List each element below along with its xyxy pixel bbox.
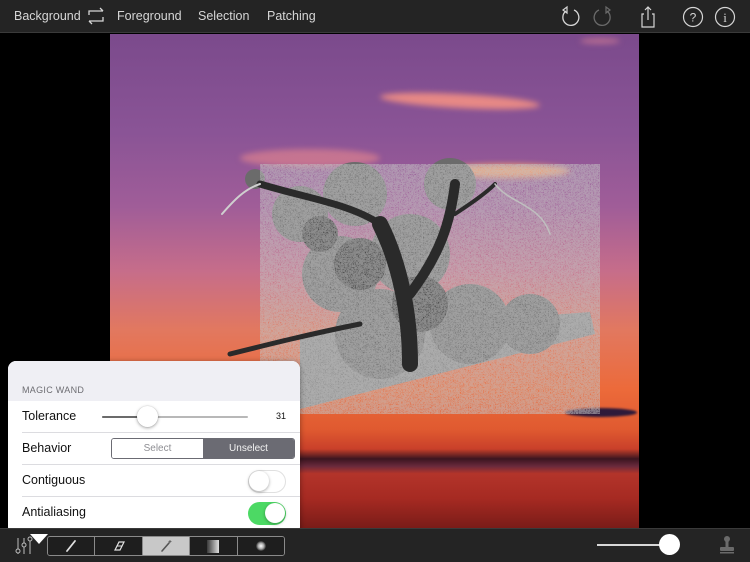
svg-text:?: ?: [690, 11, 697, 25]
tool-selector: [47, 536, 285, 556]
tolerance-label: Tolerance: [22, 409, 77, 423]
tool-gradient[interactable]: [190, 537, 238, 555]
eraser-icon: [113, 541, 125, 551]
popover-header: MAGIC WAND: [8, 361, 300, 401]
brush-size-slider-thumb[interactable]: [659, 534, 680, 555]
app-window: Background Foreground Selection Patching…: [0, 0, 750, 562]
magic-wand-popover: MAGIC WAND Tolerance 31 Behavior Select …: [8, 361, 300, 535]
tab-foreground[interactable]: Foreground: [117, 9, 182, 23]
tab-background[interactable]: Background: [14, 9, 81, 23]
tool-brush[interactable]: [48, 537, 96, 555]
tolerance-row: Tolerance 31: [22, 401, 300, 433]
swap-icon[interactable]: [86, 7, 106, 25]
gradient-icon: [207, 539, 220, 553]
contiguous-label: Contiguous: [22, 473, 86, 487]
tolerance-slider-thumb[interactable]: [137, 406, 159, 427]
tolerance-value: 31: [275, 411, 286, 421]
stamp-icon[interactable]: [717, 535, 737, 555]
tool-soft-brush[interactable]: [237, 537, 284, 555]
popover-title: MAGIC WAND: [22, 385, 85, 395]
behavior-option-select[interactable]: Select: [112, 439, 203, 458]
svg-text:i: i: [723, 10, 727, 25]
tool-magic-wand[interactable]: [142, 537, 191, 555]
contiguous-toggle[interactable]: [248, 470, 286, 493]
undo-icon[interactable]: [558, 5, 582, 29]
info-icon[interactable]: i: [713, 5, 737, 29]
behavior-label: Behavior: [22, 441, 72, 455]
top-toolbar: Background Foreground Selection Patching…: [0, 0, 750, 33]
tab-patching[interactable]: Patching: [267, 9, 316, 23]
behavior-segmented-control[interactable]: Select Unselect: [111, 438, 295, 459]
behavior-option-unselect[interactable]: Unselect: [203, 439, 294, 458]
help-icon[interactable]: ?: [681, 5, 705, 29]
antialiasing-row: Antialiasing: [22, 497, 300, 529]
toggle-knob: [265, 503, 285, 523]
tolerance-slider[interactable]: [102, 406, 248, 427]
behavior-row: Behavior Select Unselect: [22, 433, 300, 465]
share-icon[interactable]: [636, 5, 660, 29]
tab-selection[interactable]: Selection: [198, 9, 249, 23]
magic-wand-icon: [161, 540, 172, 552]
antialiasing-toggle[interactable]: [248, 502, 286, 525]
soft-brush-icon: [255, 541, 266, 551]
adjustments-icon[interactable]: [14, 536, 34, 556]
tool-eraser[interactable]: [95, 537, 143, 555]
brush-icon: [66, 540, 77, 552]
contiguous-row: Contiguous: [22, 465, 300, 497]
antialiasing-label: Antialiasing: [22, 505, 86, 519]
redo-icon[interactable]: [591, 5, 615, 29]
toggle-knob: [249, 471, 269, 491]
